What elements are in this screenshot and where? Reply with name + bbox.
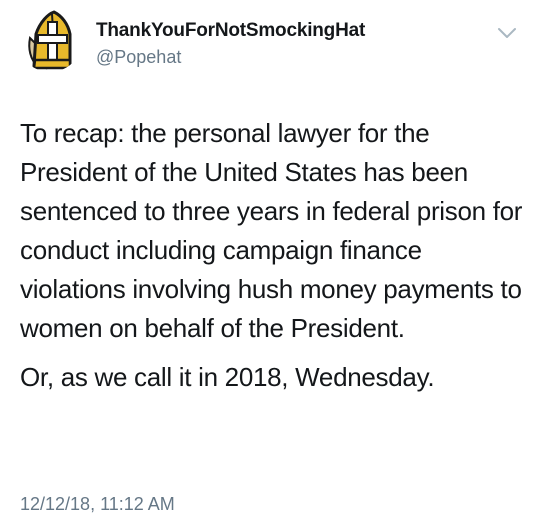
tweet-paragraph: Or, as we call it in 2018, Wednesday. — [20, 362, 435, 392]
user-handle[interactable]: @Popehat — [96, 47, 181, 68]
papal-mitre-hat-icon — [28, 10, 72, 70]
tweet-text: To recap: the personal lawyer for the Pr… — [20, 114, 525, 397]
tweet-card: ThankYouForNotSmockingHat @Popehat To re… — [0, 0, 540, 532]
chevron-down-icon[interactable] — [497, 26, 517, 40]
tweet-timestamp[interactable]: 12/12/18, 11:12 AM — [20, 494, 175, 515]
avatar[interactable] — [18, 8, 82, 72]
tweet-paragraph: To recap: the personal lawyer for the Pr… — [20, 118, 523, 343]
display-name[interactable]: ThankYouForNotSmockingHat — [96, 20, 365, 42]
